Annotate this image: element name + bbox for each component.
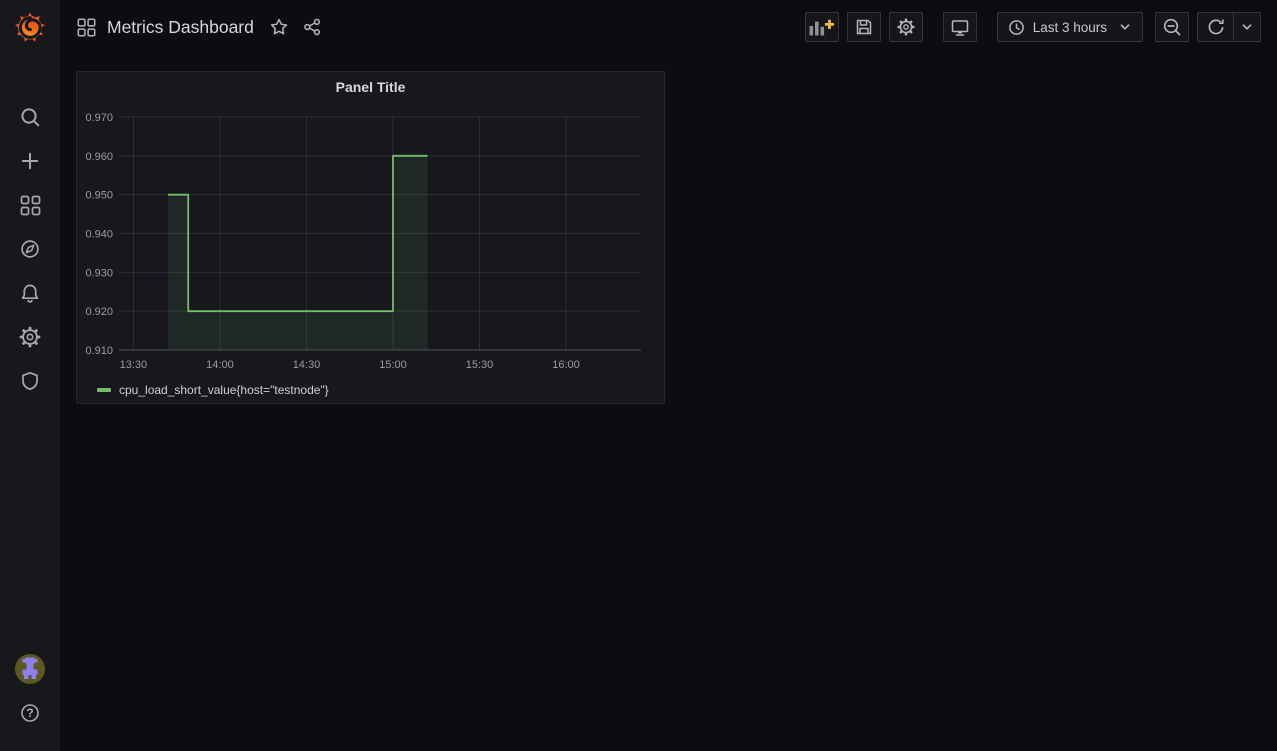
panel: Panel Title 0.9700.9600.9500.9400.9300.9… [76, 71, 665, 404]
svg-text:0.940: 0.940 [85, 229, 113, 241]
time-series-chart[interactable]: 0.970 0.960 0.950 0.940 0.930 0.920 0.910 13:30… [77, 102, 664, 374]
svg-text:0.920: 0.920 [85, 306, 113, 318]
svg-text:?: ? [26, 706, 33, 720]
cycle-view-mode-button[interactable] [943, 12, 977, 42]
dashboards-grid-icon [20, 195, 41, 216]
svg-text:0.930: 0.930 [85, 267, 113, 279]
svg-text:15:30: 15:30 [466, 359, 494, 371]
gear-icon [19, 326, 41, 348]
gear-icon [897, 18, 915, 36]
bell-icon [19, 282, 41, 304]
sidebar: ? [0, 0, 60, 751]
user-profile-button[interactable] [0, 647, 60, 691]
svg-text:16:00: 16:00 [552, 359, 580, 371]
share-icon[interactable] [303, 18, 321, 36]
compass-icon [19, 238, 41, 260]
panel-title: Panel Title [336, 79, 406, 95]
time-range-picker[interactable]: Last 3 hours [997, 12, 1143, 42]
monitor-icon [950, 17, 970, 37]
refresh-icon [1206, 17, 1226, 37]
svg-text:0.960: 0.960 [85, 151, 113, 163]
help-circle-icon: ? [19, 702, 41, 724]
save-icon [854, 17, 874, 37]
legend-series-dash [97, 388, 111, 392]
svg-text:15:00: 15:00 [379, 359, 407, 371]
add-panel-icon [808, 18, 835, 37]
refresh-split-button [1197, 12, 1261, 42]
save-dashboard-button[interactable] [847, 12, 881, 42]
chevron-down-icon [1240, 20, 1254, 34]
sidebar-item-server-admin[interactable] [0, 359, 60, 403]
dashboard-settings-button[interactable] [889, 12, 923, 42]
sidebar-bottom: ? [0, 647, 60, 735]
svg-text:14:30: 14:30 [293, 359, 321, 371]
sidebar-item-explore[interactable] [0, 227, 60, 271]
svg-text:13:30: 13:30 [120, 359, 148, 371]
add-panel-button[interactable] [805, 12, 839, 42]
sidebar-item-create[interactable] [0, 139, 60, 183]
sidebar-nav [0, 95, 60, 403]
panel-header[interactable]: Panel Title [77, 72, 664, 102]
header-left: Metrics Dashboard [77, 17, 321, 38]
svg-text:0.970: 0.970 [85, 112, 113, 124]
refresh-interval-caret[interactable] [1234, 13, 1260, 41]
header-toolbar: Last 3 hours [805, 12, 1261, 42]
sidebar-item-dashboards[interactable] [0, 183, 60, 227]
page-title[interactable]: Metrics Dashboard [107, 17, 254, 38]
user-avatar [15, 654, 45, 684]
dashboard-header: Metrics Dashboard [60, 0, 1277, 54]
zoom-out-time-button[interactable] [1155, 12, 1189, 42]
shield-icon [19, 370, 41, 392]
search-icon [19, 106, 41, 128]
magnifier-minus-icon [1162, 17, 1182, 37]
grafana-logo[interactable] [0, 0, 60, 54]
legend-series-label: cpu_load_short_value{host="testnode"} [119, 383, 329, 397]
svg-text:14:00: 14:00 [206, 359, 234, 371]
star-icon[interactable] [270, 18, 288, 36]
chevron-down-icon [1118, 20, 1132, 34]
time-range-label: Last 3 hours [1033, 20, 1107, 35]
sidebar-item-search[interactable] [0, 95, 60, 139]
sidebar-item-alerting[interactable] [0, 271, 60, 315]
legend-item[interactable]: cpu_load_short_value{host="testnode"} [97, 380, 329, 400]
svg-text:0.910: 0.910 [85, 345, 113, 357]
clock-icon [1008, 19, 1025, 36]
apps-grid-icon[interactable] [77, 18, 96, 37]
svg-text:0.950: 0.950 [85, 190, 113, 202]
refresh-button[interactable] [1198, 13, 1233, 41]
help-button[interactable]: ? [0, 691, 60, 735]
sidebar-item-configuration[interactable] [0, 315, 60, 359]
plus-icon [20, 151, 40, 171]
